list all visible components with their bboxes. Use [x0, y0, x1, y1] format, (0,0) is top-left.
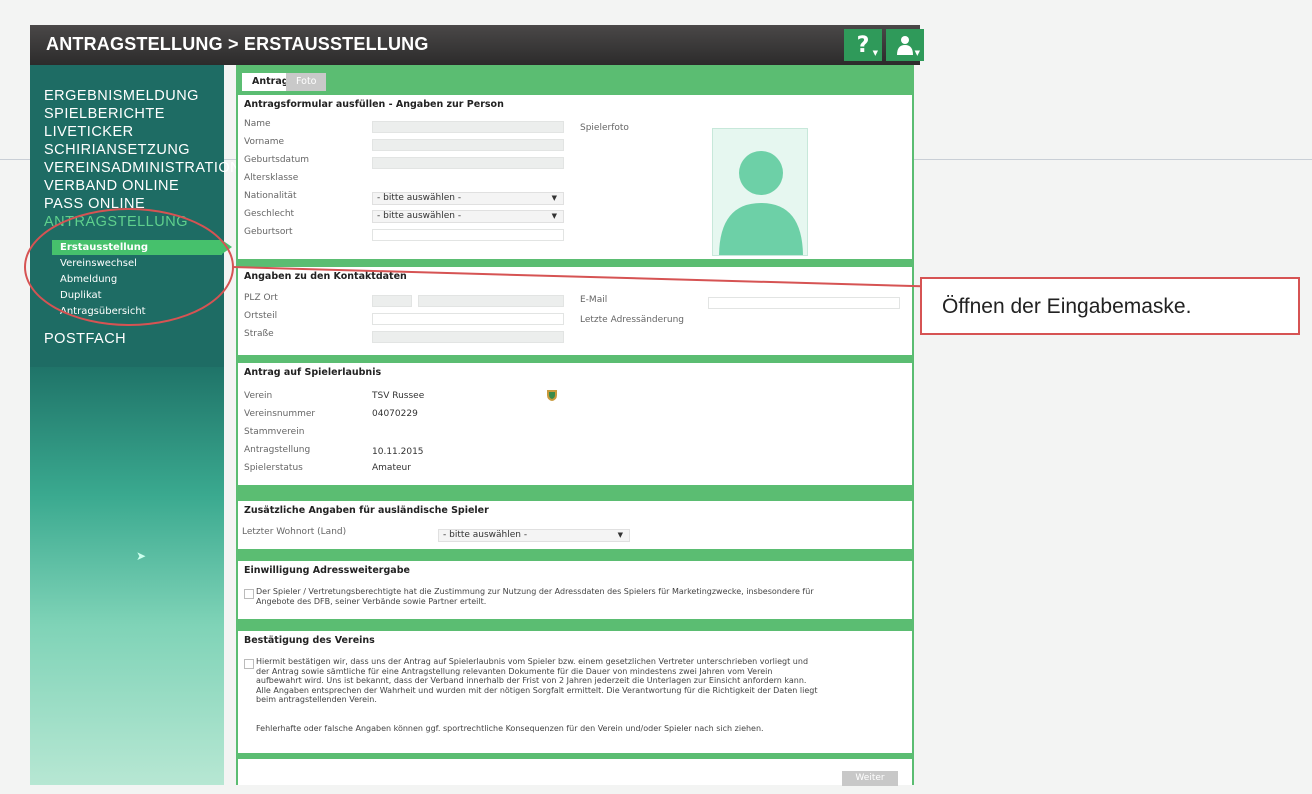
geburtsort-field[interactable] — [372, 229, 564, 241]
chevron-down-icon: ▼ — [872, 49, 878, 57]
chevron-down-icon: ▼ — [551, 212, 557, 220]
confirm-text-line: aufbewahrt wird. Uns ist bekannt, dass d… — [256, 676, 807, 685]
sidebar-item-ergebnismeldung[interactable]: ERGEBNISMELDUNG — [44, 88, 199, 104]
verein-value: TSV Russee — [372, 391, 425, 401]
page-title: ANTRAGSTELLUNG > ERSTAUSSTELLUNG — [46, 34, 429, 54]
club-crest-icon — [547, 390, 557, 401]
consent-text-line: Angebote des DFB, seiner Verbände sowie … — [256, 596, 487, 606]
footer-panel — [238, 759, 912, 785]
geburtsdatum-field[interactable] — [372, 157, 564, 169]
strasse-label: Straße — [244, 329, 274, 339]
sidebar-item-verband-online[interactable]: VERBAND ONLINE — [44, 178, 179, 194]
chevron-down-icon: ▼ — [551, 194, 557, 202]
chevron-down-icon: ▼ — [617, 531, 623, 539]
adressaenderung-label: Letzte Adressänderung — [580, 315, 684, 325]
help-icon: ? — [856, 32, 870, 58]
foreign-player-panel: Zusätzliche Angaben für ausländische Spi… — [238, 501, 912, 549]
name-field[interactable] — [372, 121, 564, 133]
sidebar: ERGEBNISMELDUNG SPIELBERICHTE LIVETICKER… — [30, 65, 241, 785]
user-menu-button[interactable]: ▼ — [886, 29, 924, 61]
sidebar-item-schiriansetzung[interactable]: SCHIRIANSETZUNG — [44, 142, 190, 158]
antrag-section-title: Antrag auf Spielerlaubnis — [244, 367, 382, 378]
tab-foto[interactable]: Foto — [286, 73, 327, 91]
ort-field[interactable] — [418, 295, 564, 307]
confirm-text: Hiermit bestätigen wir, dass uns der Ant… — [256, 657, 817, 705]
highlight-ellipse — [24, 208, 234, 326]
sidebar-item-liveticker[interactable]: LIVETICKER — [44, 124, 134, 140]
geburtsdatum-label: Geburtsdatum — [244, 155, 310, 165]
verein-label: Verein — [244, 391, 273, 401]
geschlecht-label: Geschlecht — [244, 209, 295, 219]
email-field[interactable] — [708, 297, 900, 309]
confirm-text-line: Alle Angaben entsprechen der Wahrheit un… — [256, 685, 818, 695]
person-panel: Antragsformular ausfüllen - Angaben zur … — [238, 95, 912, 259]
spielerstatus-label: Spielerstatus — [244, 463, 303, 473]
chevron-down-icon: ▼ — [914, 49, 920, 57]
antrag-panel: Antrag auf Spielerlaubnis Verein TSV Rus… — [238, 363, 912, 485]
ortsteil-label: Ortsteil — [244, 311, 278, 321]
confirm-text-line: beim antragstellenden Verein. — [256, 695, 377, 704]
contact-section-title: Angaben zu den Kontaktdaten — [244, 271, 407, 282]
annotation-callout: Öffnen der Eingabemaske. — [920, 277, 1300, 335]
person-section-title: Antragsformular ausfüllen - Angaben zur … — [244, 99, 504, 110]
letzter-wohnort-select[interactable]: - bitte auswählen - ▼ — [438, 529, 630, 542]
geburtsort-label: Geburtsort — [244, 227, 293, 237]
geschlecht-select[interactable]: - bitte auswählen - ▼ — [372, 210, 564, 223]
foreign-section-title: Zusätzliche Angaben für ausländische Spi… — [244, 505, 489, 516]
sidebar-item-spielberichte[interactable]: SPIELBERICHTE — [44, 106, 165, 122]
weiter-button[interactable]: Weiter — [842, 771, 898, 786]
player-photo-placeholder[interactable] — [712, 128, 808, 256]
vorname-label: Vorname — [244, 137, 285, 147]
nationalitaet-label: Nationalität — [244, 191, 297, 201]
stammverein-label: Stammverein — [244, 427, 305, 437]
spielerstatus-value: Amateur — [372, 463, 411, 473]
antragstellung-value: 10.11.2015 — [372, 447, 424, 457]
avatar-placeholder-icon — [719, 151, 803, 255]
strasse-field[interactable] — [372, 331, 564, 343]
confirm-text-line: der Antrag sowie sämtliche für eine Antr… — [256, 666, 773, 676]
vereinsnummer-label: Vereinsnummer — [244, 409, 316, 419]
sidebar-item-postfach[interactable]: POSTFACH — [44, 331, 126, 347]
confirm-panel: Bestätigung des Vereins Hiermit bestätig… — [238, 631, 912, 753]
app-header: ANTRAGSTELLUNG > ERSTAUSSTELLUNG ? ▼ ▼ — [30, 25, 924, 65]
contact-panel: Angaben zu den Kontaktdaten PLZ Ort Orts… — [238, 267, 912, 355]
vereinsnummer-value: 04070229 — [372, 409, 418, 419]
confirm-section-title: Bestätigung des Vereins — [244, 635, 375, 646]
plz-ort-label: PLZ Ort — [244, 293, 278, 303]
geschlecht-select-value: - bitte auswählen - — [377, 211, 462, 221]
spielerfoto-label: Spielerfoto — [580, 123, 629, 133]
consent-text-line: Der Spieler / Vertretungsberechtigte hat… — [256, 587, 814, 596]
consent-section-title: Einwilligung Adressweitergabe — [244, 565, 410, 576]
antragstellung-label: Antragstellung — [244, 445, 311, 455]
email-label: E-Mail — [580, 295, 608, 305]
sidebar-item-vereinsadministration[interactable]: VEREINSADMINISTRATION — [44, 160, 241, 176]
confirm-text-line: Hiermit bestätigen wir, dass uns der Ant… — [256, 657, 809, 666]
ortsteil-field[interactable] — [372, 313, 564, 325]
mouse-pointer-icon: ➤ — [136, 549, 147, 563]
main-form: Antrag Foto Antragsformular ausfüllen - … — [236, 65, 914, 786]
confirm-warning-text: Fehlerhafte oder falsche Angaben können … — [256, 724, 764, 733]
letzter-wohnort-label: Letzter Wohnort (Land) — [242, 527, 347, 537]
consent-panel: Einwilligung Adressweitergabe Der Spiele… — [238, 561, 912, 619]
consent-checkbox[interactable] — [244, 589, 254, 599]
consent-text: Der Spieler / Vertretungsberechtigte hat… — [256, 587, 814, 606]
plz-field[interactable] — [372, 295, 412, 307]
user-icon — [897, 36, 913, 55]
confirm-checkbox[interactable] — [244, 659, 254, 669]
help-button[interactable]: ? ▼ — [844, 29, 882, 61]
vorname-field[interactable] — [372, 139, 564, 151]
nationalitaet-select-value: - bitte auswählen - — [377, 193, 462, 203]
altersklasse-label: Altersklasse — [244, 173, 299, 183]
nationalitaet-select[interactable]: - bitte auswählen - ▼ — [372, 192, 564, 205]
name-label: Name — [244, 119, 271, 129]
letzter-wohnort-select-value: - bitte auswählen - — [443, 530, 528, 540]
